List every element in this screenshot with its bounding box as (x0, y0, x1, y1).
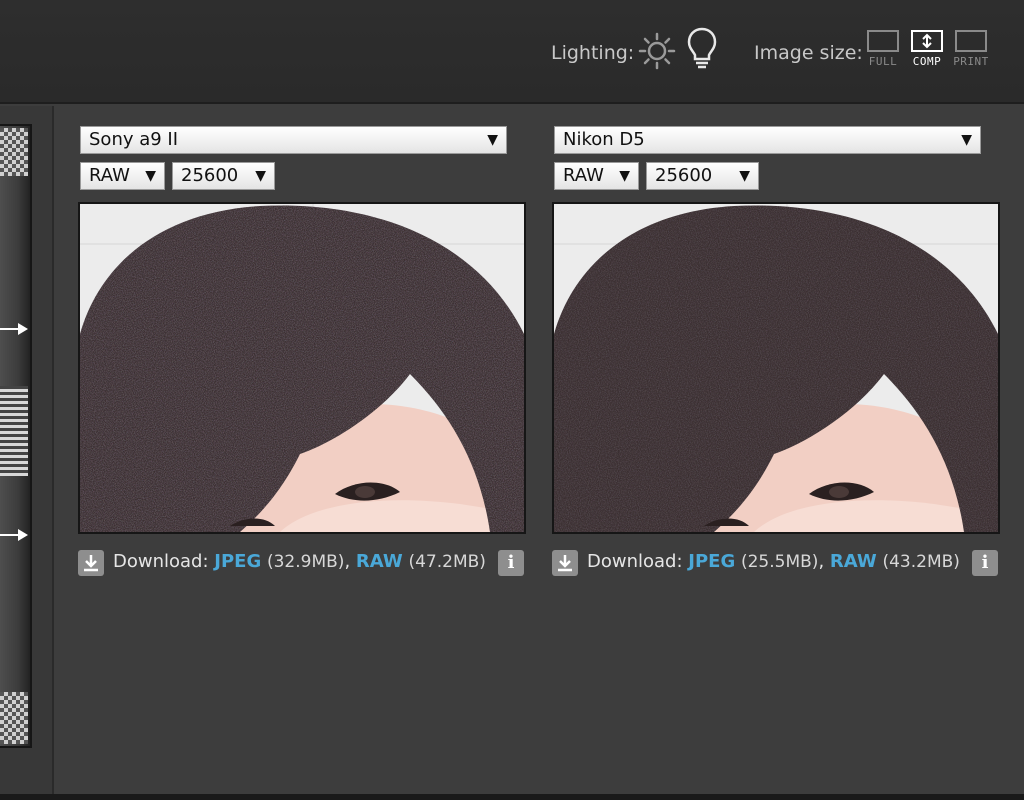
download-label: Download: (587, 551, 683, 572)
sample-image[interactable] (552, 202, 1000, 534)
dropdown-caret-icon: ▼ (619, 168, 630, 184)
full-frame-icon (867, 30, 899, 52)
camera-select-value: Sony a9 II (89, 129, 179, 150)
size-print-label: PRINT (953, 55, 989, 68)
checker-pattern (0, 128, 28, 176)
checker-pattern (0, 692, 28, 744)
image-size-label: Image size: (754, 42, 863, 64)
navigator-strip[interactable] (0, 106, 54, 800)
dropdown-caret-icon: ▼ (145, 168, 156, 184)
resolution-bars (0, 386, 28, 476)
camera-select[interactable]: Nikon D5 ▼ (554, 126, 981, 154)
portrait-crop (80, 204, 524, 532)
download-icon[interactable] (78, 550, 104, 576)
download-label: Download: (113, 551, 209, 572)
iso-select[interactable]: 25600 ▼ (646, 162, 759, 190)
camera-select-value: Nikon D5 (563, 129, 645, 150)
format-select-value: RAW (563, 165, 604, 186)
test-scene-thumbnail[interactable] (0, 124, 32, 748)
dropdown-caret-icon: ▼ (961, 132, 972, 148)
jpeg-file-size: (32.9MB) (266, 552, 345, 572)
camera-select[interactable]: Sony a9 II ▼ (80, 126, 507, 154)
info-icon[interactable]: i (498, 550, 524, 576)
download-text: Download: JPEG (25.5MB), RAW (43.2MB) (587, 551, 960, 572)
portrait-crop (554, 204, 998, 532)
top-toolbar: Lighting: Image size: FULL COMP PRINT (0, 0, 1024, 104)
iso-select-value: 25600 (181, 165, 239, 186)
size-full-button[interactable]: FULL (861, 30, 905, 68)
format-select-value: RAW (89, 165, 130, 186)
arrow-right-icon (0, 323, 28, 335)
vertical-arrows-icon (922, 33, 932, 49)
sample-image[interactable] (78, 202, 526, 534)
format-select[interactable]: RAW ▼ (80, 162, 165, 190)
raw-file-size: (47.2MB) (408, 552, 486, 572)
comp-frame-icon (911, 30, 943, 52)
download-icon[interactable] (552, 550, 578, 576)
raw-download-link[interactable]: RAW (356, 551, 403, 572)
format-select[interactable]: RAW ▼ (554, 162, 639, 190)
raw-download-link[interactable]: RAW (830, 551, 877, 572)
jpeg-file-size: (25.5MB) (740, 552, 819, 572)
download-text: Download: JPEG (32.9MB), RAW (47.2MB) (113, 551, 486, 572)
sun-icon[interactable] (638, 32, 676, 70)
jpeg-download-link[interactable]: JPEG (688, 551, 735, 572)
dropdown-caret-icon: ▼ (487, 132, 498, 148)
iso-select[interactable]: 25600 ▼ (172, 162, 275, 190)
lighting-label: Lighting: (551, 42, 635, 64)
bulb-icon[interactable] (686, 26, 718, 70)
jpeg-download-link[interactable]: JPEG (214, 551, 261, 572)
raw-file-size: (43.2MB) (882, 552, 960, 572)
iso-select-value: 25600 (655, 165, 713, 186)
info-icon[interactable]: i (972, 550, 998, 576)
dropdown-caret-icon: ▼ (739, 168, 750, 184)
bottom-border (0, 794, 1024, 800)
size-comp-label: COMP (912, 55, 942, 68)
arrow-right-icon (0, 529, 28, 541)
dropdown-caret-icon: ▼ (255, 168, 266, 184)
size-comp-button[interactable]: COMP (905, 30, 949, 68)
size-print-button[interactable]: PRINT (949, 30, 993, 68)
print-frame-icon (955, 30, 987, 52)
size-full-label: FULL (868, 55, 898, 68)
